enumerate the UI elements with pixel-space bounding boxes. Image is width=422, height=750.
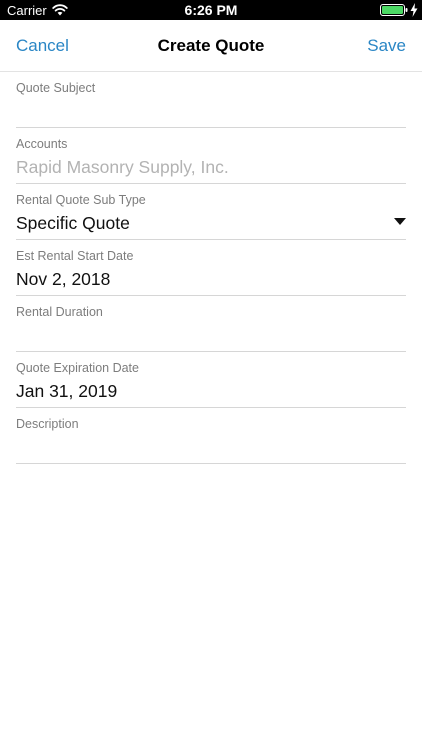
quote-expiration-date-field[interactable]: Quote Expiration Date Jan 31, 2019 [16,352,406,408]
rental-quote-sub-type-field[interactable]: Rental Quote Sub Type Specific Quote [16,184,406,240]
quote-expiration-date-input[interactable]: Jan 31, 2019 [16,380,386,402]
clock: 6:26 PM [184,2,238,18]
page-title: Create Quote [157,36,265,55]
charging-bolt-icon [410,3,418,17]
quote-form: Quote Subject Accounts Rapid Masonry Sup… [0,72,422,464]
chevron-down-icon[interactable] [394,218,406,226]
navigation-bar: Cancel Create Quote Save [0,20,422,72]
quote-expiration-date-label: Quote Expiration Date [16,361,139,375]
est-rental-start-date-field[interactable]: Est Rental Start Date Nov 2, 2018 [16,240,406,296]
est-rental-start-date-input[interactable]: Nov 2, 2018 [16,268,386,290]
status-bar: Carrier 6:26 PM [0,0,422,20]
quote-subject-label: Quote Subject [16,81,96,95]
quote-subject-field[interactable]: Quote Subject [16,72,406,128]
accounts-value[interactable]: Rapid Masonry Supply, Inc. [16,156,386,178]
rental-duration-field[interactable]: Rental Duration [16,296,406,352]
est-rental-start-date-label: Est Rental Start Date [16,249,134,263]
battery-icon [380,4,408,16]
rental-duration-label: Rental Duration [16,305,103,319]
save-button[interactable]: Save [367,36,406,56]
description-field[interactable]: Description [16,408,406,464]
rental-quote-sub-type-label: Rental Quote Sub Type [16,193,146,207]
accounts-field[interactable]: Accounts Rapid Masonry Supply, Inc. [16,128,406,184]
description-label: Description [16,417,79,431]
accounts-label: Accounts [16,137,68,151]
rental-quote-sub-type-select[interactable]: Specific Quote [16,212,386,234]
